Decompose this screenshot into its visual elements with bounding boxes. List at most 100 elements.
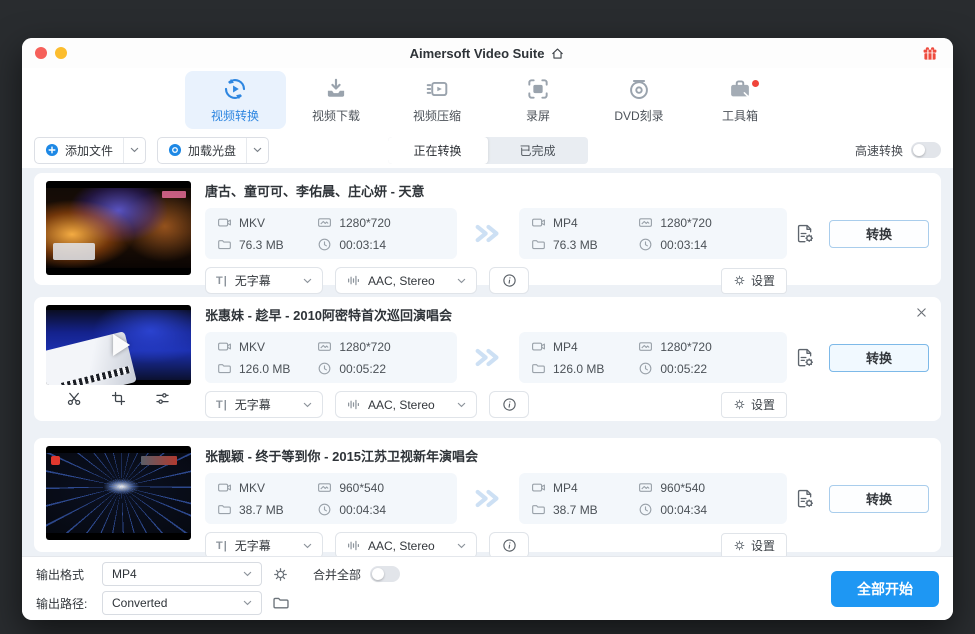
row-options: T| 无字幕 AAC, Stereo 设置 [205,267,929,294]
tab-converting[interactable]: 正在转换 [387,136,488,164]
row-settings-button[interactable]: 设置 [720,267,787,294]
open-folder-button[interactable] [272,594,290,612]
footer-bar: 输出格式 MP4 合并全部 输出路径: Converted 全部开始 [22,556,953,620]
minimize-window-button[interactable] [55,47,67,59]
audio-dropdown[interactable]: AAC, Stereo [335,532,477,556]
tab-label: 视频下载 [311,109,360,123]
load-disc-button[interactable]: 加载光盘 [157,136,270,164]
tab-video-download[interactable]: 视频下载 [286,71,387,129]
settings-label: 设置 [750,539,775,553]
row-settings-button[interactable]: 设置 [720,391,787,418]
tab-label: 视频转换 [210,109,259,123]
subtitle-icon: T| [216,539,228,552]
thumbnail-column [46,305,191,413]
subtitle-icon: T| [216,274,228,287]
clock-icon [317,502,332,517]
thumbnail-column [46,446,191,544]
remove-row-button[interactable] [914,305,928,319]
gift-icon [922,45,938,61]
media-info-button[interactable] [489,391,529,418]
file-gear-icon [793,222,816,245]
tab-screen-record[interactable]: 录屏 [488,71,589,129]
media-info-button[interactable] [489,532,529,556]
audio-wave-icon [346,397,361,412]
trim-scissors-icon[interactable] [66,390,83,407]
output-file-settings-button[interactable] [787,346,821,369]
add-files-dropdown[interactable] [123,137,145,163]
convert-button[interactable]: 转换 [829,343,929,372]
subtitle-dropdown[interactable]: T| 无字幕 [205,532,323,556]
video-title: 唐古、童可可、李佑晨、庄心妍 - 天意 [205,184,425,199]
gift-promo-button[interactable] [922,45,938,61]
clock-icon [317,361,332,376]
load-disc-dropdown[interactable] [246,137,268,163]
tab-toolbox[interactable]: 工具箱 [690,71,791,129]
start-all-button[interactable]: 全部开始 [831,570,939,607]
video-format-icon [531,480,546,495]
audio-dropdown[interactable]: AAC, Stereo [335,267,477,294]
thumbnail-image [46,310,191,385]
output-path-select[interactable]: Converted [102,591,262,615]
merge-all-group: 合并全部 [313,566,401,583]
toolbar: 添加文件 加载光盘 正在转换 已完成 高速转换 [22,132,953,168]
folder-icon [531,361,546,376]
close-window-button[interactable] [35,47,47,59]
task-row: 张惠妹 - 趁早 - 2010阿密特首次巡回演唱会 MKV 1280*720 1… [34,297,941,421]
media-info-button[interactable] [489,267,529,294]
output-format-select[interactable]: MP4 [102,562,262,586]
tab-video-convert[interactable]: 视频转换 [184,71,286,129]
video-title: 张靓颖 - 终于等到你 - 2015江苏卫视新年演唱会 [205,449,479,464]
thumbnail-column [46,181,191,277]
target-size: 126.0 MB [531,361,638,376]
source-size: 38.7 MB [217,502,317,517]
home-icon[interactable] [550,46,565,61]
folder-icon [531,237,546,252]
merge-all-label: 合并全部 [313,567,362,582]
titlebar: Aimersoft Video Suite [22,38,953,68]
row-info: MKV 960*540 38.7 MB 00:04:34 MP4 960*540… [205,473,929,524]
source-format: MKV [217,480,317,495]
subtitle-dropdown[interactable]: T| 无字幕 [205,267,323,294]
video-thumbnail[interactable] [46,305,191,385]
convert-button[interactable]: 转换 [829,219,929,248]
video-thumbnail[interactable] [46,446,191,540]
format-settings-button[interactable] [272,566,289,583]
subtitle-dropdown[interactable]: T| 无字幕 [205,391,323,418]
tab-label: 录屏 [525,109,550,123]
row-settings-button[interactable]: 设置 [720,532,787,556]
play-icon[interactable] [112,334,130,356]
record-icon [525,76,551,102]
video-thumbnail[interactable] [46,181,191,275]
output-file-settings-button[interactable] [787,222,821,245]
add-files-button[interactable]: 添加文件 [34,136,147,164]
convert-button[interactable]: 转换 [829,484,929,513]
source-size: 126.0 MB [217,361,317,376]
audio-wave-icon [346,538,361,553]
output-path-label: 输出路径: [36,596,88,611]
video-format-icon [217,215,232,230]
gear-icon [733,539,746,552]
tab-completed[interactable]: 已完成 [488,137,588,164]
crop-icon[interactable] [110,390,127,407]
effects-sliders-icon[interactable] [154,390,171,407]
target-size: 76.3 MB [531,237,638,252]
audio-dropdown[interactable]: AAC, Stereo [335,391,477,418]
disc-circle-icon [168,143,182,157]
window-title: Aimersoft Video Suite [409,45,545,61]
output-format-line: 输出格式 MP4 合并全部 [36,562,401,586]
add-files-main: 添加文件 [35,142,123,159]
clock-icon [638,361,653,376]
high-speed-toggle[interactable] [911,142,941,158]
resolution-icon [317,215,332,230]
plus-circle-icon [45,143,59,157]
video-format-icon [217,480,232,495]
audio-value: AAC, Stereo [368,273,435,288]
file-gear-icon [793,487,816,510]
tab-dvd-burn[interactable]: DVD刻录 [589,71,690,129]
merge-all-toggle[interactable] [370,566,401,582]
tab-video-compress[interactable]: 视频压缩 [387,71,488,129]
target-resolution: 1280*720 [638,339,775,354]
folder-icon [531,502,546,517]
dvd-icon [626,76,652,102]
output-file-settings-button[interactable] [787,487,821,510]
